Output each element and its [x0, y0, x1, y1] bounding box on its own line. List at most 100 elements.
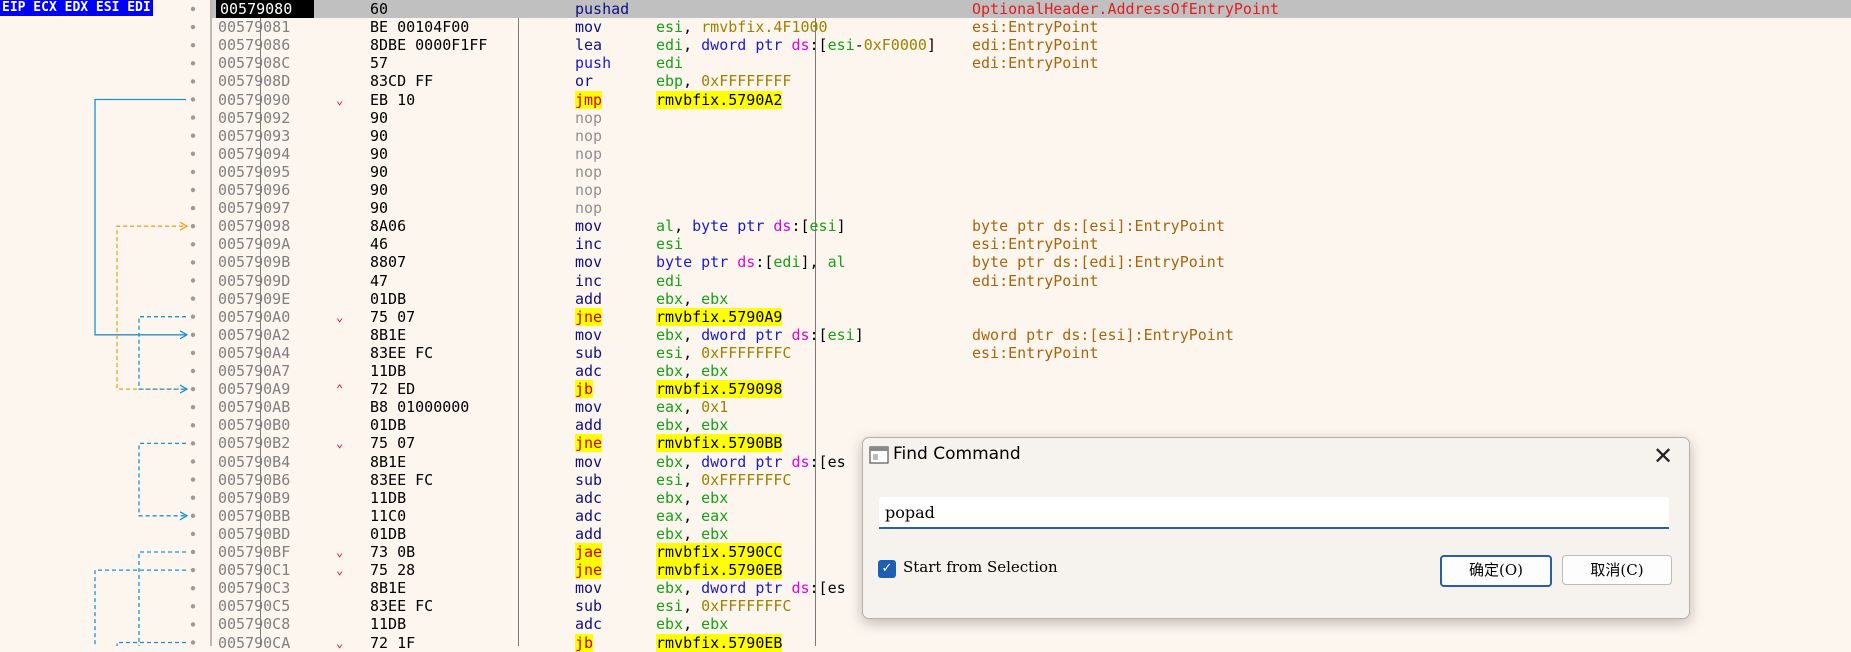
breakpoint-dot[interactable] — [190, 115, 196, 120]
breakpoint-dot[interactable] — [190, 24, 196, 30]
breakpoint-dot[interactable] — [190, 368, 196, 374]
opcode-bytes: 8B1E — [370, 325, 407, 344]
breakpoint-dot[interactable] — [190, 296, 196, 301]
instruction-row[interactable]: 00579096 90 nop — [212, 181, 1851, 199]
instruction-row[interactable]: 005790AB B8 01000000 mov eax, 0x1 — [212, 398, 1851, 416]
breakpoint-dot[interactable] — [190, 549, 196, 555]
breakpoint-dot[interactable] — [190, 278, 196, 283]
breakpoint-dot[interactable] — [190, 622, 196, 627]
instruction-row[interactable]: 0057909E 01DB add ebx, ebx — [212, 290, 1851, 308]
breakpoint-dot[interactable] — [190, 350, 196, 356]
operands: esi, rmvbfix.4F1000 — [656, 18, 828, 37]
instruction-row[interactable]: 005790A2 8B1E mov ebx, dword ptr ds:[esi] dw… — [212, 326, 1851, 344]
instruction-row[interactable]: 0057909D 47 inc edi edi:EntryPoint — [212, 272, 1851, 290]
instruction-row[interactable]: 00579090 ⌄ EB 10 jmp rmvbfix.5790A2 — [212, 90, 1851, 109]
breakpoint-dot[interactable] — [190, 43, 196, 48]
breakpoint-dot[interactable] — [190, 495, 196, 500]
address: 005790A7 — [218, 362, 291, 380]
operands: rmvbfix.5790EB — [656, 561, 783, 580]
breakpoint-dot[interactable] — [190, 567, 196, 573]
jump-down-icon: ⌄ — [336, 436, 344, 451]
instruction-row[interactable]: 00579080 60 pushad OptionalHeader.AddressOf… — [212, 0, 1851, 18]
address: 00579097 — [218, 199, 291, 218]
opcode-bytes: 8DBE 0000F1FF — [370, 36, 488, 55]
find-command-dialog: Find Command ✕ ✓ Start from Selection 确定… — [862, 437, 1690, 619]
address: 00579096 — [218, 181, 291, 199]
breakpoint-dot[interactable] — [190, 531, 196, 537]
instruction-row[interactable]: 005790A7 11DB adc ebx, ebx — [212, 362, 1851, 380]
address: 00579092 — [218, 108, 291, 127]
breakpoint-dot[interactable] — [190, 423, 196, 428]
address: 005790C8 — [218, 615, 291, 634]
breakpoint-dot[interactable] — [190, 133, 196, 138]
instruction-row[interactable]: 005790A9 ⌃ 72 ED jb rmvbfix.579098 — [212, 380, 1851, 399]
mnemonic: adc — [575, 362, 603, 380]
mnemonic: adc — [575, 615, 603, 634]
breakpoint-dot[interactable] — [190, 441, 196, 446]
mnemonic: push — [575, 54, 612, 73]
operands: rmvbfix.5790CC — [656, 543, 783, 561]
instruction-row[interactable]: 00579098 8A06 mov al, byte ptr ds:[esi] byte… — [212, 217, 1851, 235]
jump-up-icon: ⌃ — [336, 382, 344, 397]
instruction-row[interactable]: 00579081 BE 00104F00 mov esi, rmvbfix.4F100… — [212, 18, 1851, 36]
mnemonic: jb — [575, 380, 594, 399]
mnemonic: jb — [575, 633, 594, 652]
operands: esi, 0xFFFFFFFC — [656, 597, 792, 616]
breakpoint-dot[interactable] — [190, 79, 196, 84]
start-from-selection-checkbox[interactable]: ✓ — [878, 560, 896, 578]
operands: esi — [656, 235, 684, 254]
instruction-row[interactable]: 00579097 90 nop — [212, 199, 1851, 217]
breakpoint-dot[interactable] — [190, 224, 196, 229]
mnemonic: mov — [575, 217, 603, 236]
ok-button[interactable]: 确定(O) — [1440, 555, 1552, 587]
instruction-row[interactable]: 0057909B 8807 mov byte ptr ds:[edi], al byte… — [212, 253, 1851, 271]
address: 005790C1 — [218, 561, 291, 580]
instruction-row[interactable]: 0057909A 46 inc esi esi:EntryPoint — [212, 235, 1851, 253]
breakpoint-dot[interactable] — [190, 187, 196, 193]
instruction-row[interactable]: 00579086 8DBE 0000F1FF lea edi, dword ptr d… — [212, 36, 1851, 54]
breakpoint-dot[interactable] — [190, 260, 196, 265]
breakpoint-dot[interactable] — [190, 405, 196, 410]
breakpoint-dot[interactable] — [190, 604, 196, 609]
breakpoint-dot[interactable] — [190, 205, 196, 211]
operands: ebx, ebx — [656, 362, 729, 380]
jump-down-icon: ⌄ — [336, 309, 344, 324]
breakpoint-dot[interactable] — [190, 459, 196, 464]
instruction-row[interactable]: 005790B0 01DB add ebx, ebx — [212, 416, 1851, 434]
breakpoint-dot[interactable] — [190, 169, 196, 175]
instruction-row[interactable]: 0057908C 57 push edi edi:EntryPoint — [212, 54, 1851, 72]
operands: ebx, dword ptr ds:[esi] — [656, 325, 864, 344]
find-command-input[interactable] — [879, 497, 1669, 529]
breakpoint-dot[interactable] — [190, 332, 196, 337]
mnemonic: nop — [575, 181, 603, 199]
breakpoint-dot[interactable] — [190, 314, 196, 319]
address: 005790B2 — [218, 434, 291, 453]
instruction-row[interactable]: 00579094 90 nop — [212, 145, 1851, 163]
instruction-row[interactable]: 00579095 90 nop — [212, 163, 1851, 181]
breakpoint-dot[interactable] — [190, 477, 196, 482]
instruction-row[interactable]: 00579092 90 nop — [212, 109, 1851, 127]
comment: esi:EntryPoint — [972, 343, 1099, 362]
breakpoint-dot[interactable] — [190, 640, 196, 645]
instruction-row[interactable]: 005790CA ⌄ 72 1F jb rmvbfix.5790EB — [212, 633, 1851, 652]
close-button[interactable]: ✕ — [1649, 442, 1677, 470]
mnemonic: sub — [575, 597, 603, 616]
instruction-row[interactable]: 005790A4 83EE FC sub esi, 0xFFFFFFFC esi:Ent… — [212, 344, 1851, 362]
instruction-row[interactable]: 005790A0 ⌄ 75 07 jne rmvbfix.5790A9 — [212, 307, 1851, 326]
breakpoint-dot[interactable] — [190, 151, 196, 156]
breakpoint-dot[interactable] — [190, 6, 196, 12]
instruction-row[interactable]: 00579093 90 nop — [212, 127, 1851, 145]
opcode-bytes: 01DB — [370, 289, 407, 308]
instruction-row[interactable]: 0057908D 83CD FF or ebp, 0xFFFFFFFF — [212, 72, 1851, 90]
jump-arrow-jne-2 — [94, 569, 186, 646]
breakpoint-dot[interactable] — [190, 513, 196, 518]
address: 00579095 — [218, 162, 291, 181]
breakpoint-dot[interactable] — [190, 386, 196, 392]
breakpoint-dot[interactable] — [190, 97, 196, 102]
breakpoint-dot[interactable] — [190, 586, 196, 591]
breakpoint-dot[interactable] — [190, 242, 196, 247]
operands: ebx, dword ptr ds:[es — [656, 579, 846, 598]
breakpoint-dot[interactable] — [190, 61, 196, 66]
cancel-button[interactable]: 取消(C) — [1562, 555, 1672, 585]
dialog-title-bar[interactable]: Find Command ✕ — [863, 438, 1689, 474]
